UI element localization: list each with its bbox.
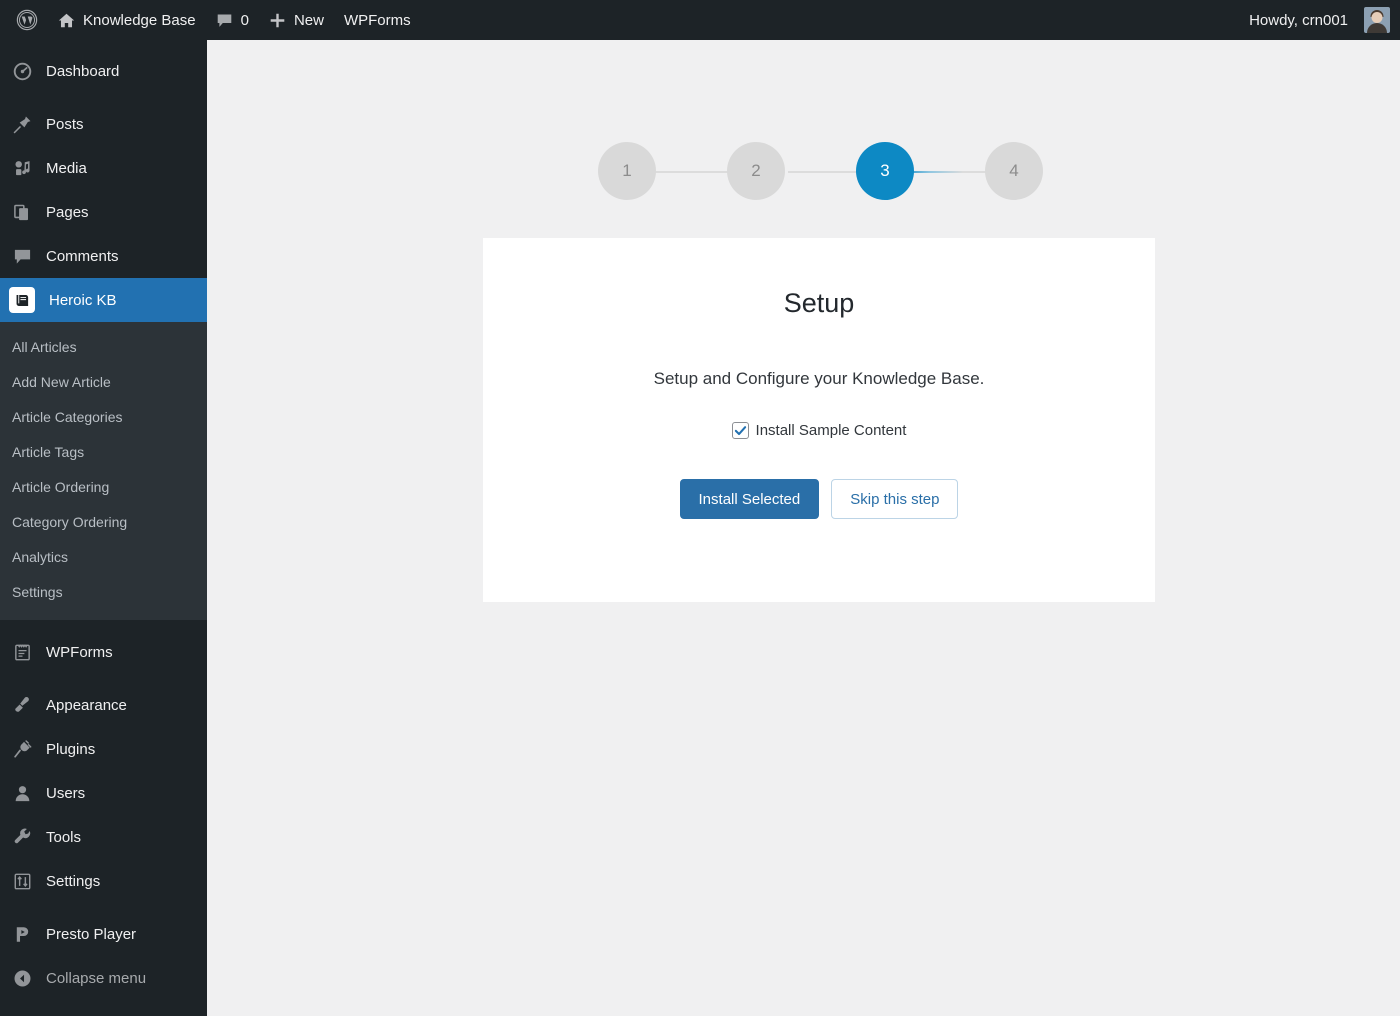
wizard-step-number: 1 [622, 161, 632, 180]
sidebar-item-label: Pages [46, 203, 89, 221]
wizard-step-1[interactable]: 1 [598, 142, 656, 200]
form-icon [12, 642, 32, 662]
sidebar-item-label: Plugins [46, 740, 96, 758]
sidebar-item-settings[interactable]: Settings [0, 859, 207, 903]
sidebar-item-label: Tools [46, 828, 82, 846]
menu-top-gap [0, 40, 207, 49]
sidebar-item-posts[interactable]: Posts [0, 102, 207, 146]
new-content-label: New [293, 11, 324, 29]
user-icon [12, 783, 32, 803]
plug-icon [12, 739, 32, 759]
avatar [1364, 7, 1390, 33]
wordpress-logo-button[interactable] [6, 0, 48, 40]
sidebar-item-label: Heroic KB [49, 291, 117, 309]
wizard-step-number: 2 [751, 161, 761, 180]
submenu-item-article-tags[interactable]: Article Tags [0, 435, 207, 470]
sidebar-item-label: Settings [46, 872, 101, 890]
wordpress-logo-icon [16, 9, 38, 31]
collapse-arrow-icon [12, 968, 32, 988]
book-icon [9, 287, 35, 313]
setup-card-actions: Install Selected Skip this step [483, 479, 1155, 519]
sidebar-item-comments[interactable]: Comments [0, 234, 207, 278]
wizard-step-2[interactable]: 2 [727, 142, 785, 200]
sidebar-item-wpforms[interactable]: WPForms [0, 630, 207, 674]
sidebar-item-pages[interactable]: Pages [0, 190, 207, 234]
sidebar-item-label: Users [46, 784, 86, 802]
home-icon [58, 12, 75, 29]
menu-gap-1 [0, 93, 207, 102]
setup-card: Setup Setup and Configure your Knowledge… [483, 238, 1155, 602]
my-account-button[interactable]: Howdy, crn001 [1239, 0, 1390, 40]
sidebar-item-dashboard[interactable]: Dashboard [0, 49, 207, 93]
main-content: 1 2 3 4 Setup Setup and Configure your K… [207, 40, 1400, 1016]
sidebar-item-label: Media [46, 159, 87, 177]
comments-button[interactable]: 0 [206, 0, 259, 40]
sidebar-item-label: WPForms [46, 643, 113, 661]
menu-separator-1 [0, 620, 207, 630]
comment-bubble-icon [216, 12, 233, 29]
admin-sidebar-menu: Dashboard Posts Media Pages Comments Her… [0, 40, 207, 1016]
collapse-menu-label: Collapse menu [46, 969, 147, 987]
install-sample-content-checkbox[interactable] [731, 422, 749, 439]
menu-gap-3 [0, 903, 207, 912]
setup-wizard-step-indicator: 1 2 3 4 [598, 142, 1043, 202]
submenu-item-add-new-article[interactable]: Add New Article [0, 365, 207, 400]
site-name-button[interactable]: Knowledge Base [48, 0, 206, 40]
admin-bar: Knowledge Base 0 New WPForms Howdy, crn0 [0, 0, 1400, 40]
install-sample-content-label[interactable]: Install Sample Content [756, 422, 907, 439]
wizard-step-number: 3 [880, 161, 890, 180]
heroic-kb-submenu: All Articles Add New Article Article Cat… [0, 322, 207, 620]
sidebar-item-label: Posts [46, 115, 84, 133]
submenu-item-article-ordering[interactable]: Article Ordering [0, 470, 207, 505]
paintbrush-icon [12, 695, 32, 715]
presto-player-icon [12, 924, 32, 944]
skip-this-step-button[interactable]: Skip this step [831, 479, 959, 519]
pin-icon [12, 114, 32, 134]
sidebar-item-plugins[interactable]: Plugins [0, 727, 207, 771]
setup-description: Setup and Configure your Knowledge Base. [653, 369, 985, 388]
page-title: Setup [783, 288, 855, 318]
sidebar-item-label: Dashboard [46, 62, 120, 80]
sliders-icon [12, 871, 32, 891]
sidebar-item-label: Comments [46, 247, 119, 265]
collapse-menu-button[interactable]: Collapse menu [0, 956, 207, 1000]
wizard-step-number: 4 [1009, 161, 1019, 180]
wrench-icon [12, 827, 32, 847]
wizard-step-4[interactable]: 4 [985, 142, 1043, 200]
submenu-item-analytics[interactable]: Analytics [0, 540, 207, 575]
wizard-step-3-active[interactable]: 3 [856, 142, 914, 200]
admin-bar-left: Knowledge Base 0 New WPForms [0, 0, 421, 40]
dashboard-icon [12, 61, 32, 81]
sidebar-item-label: Presto Player [46, 925, 137, 943]
sidebar-item-appearance[interactable]: Appearance [0, 683, 207, 727]
submenu-item-settings[interactable]: Settings [0, 575, 207, 610]
site-name-label: Knowledge Base [83, 11, 196, 29]
wpforms-admin-bar-label: WPForms [343, 11, 411, 29]
submenu-item-article-categories[interactable]: Article Categories [0, 400, 207, 435]
menu-gap-2 [0, 674, 207, 683]
pages-icon [12, 202, 32, 222]
sidebar-item-media[interactable]: Media [0, 146, 207, 190]
comments-count: 0 [240, 11, 249, 29]
submenu-item-category-ordering[interactable]: Category Ordering [0, 505, 207, 540]
new-content-button[interactable]: New [259, 0, 334, 40]
submenu-item-all-articles[interactable]: All Articles [0, 330, 207, 365]
media-icon [12, 158, 32, 178]
sidebar-item-heroic-kb[interactable]: Heroic KB [0, 278, 207, 322]
wpforms-admin-bar-button[interactable]: WPForms [334, 0, 421, 40]
plus-icon [269, 12, 286, 29]
sidebar-item-presto-player[interactable]: Presto Player [0, 912, 207, 956]
sidebar-item-tools[interactable]: Tools [0, 815, 207, 859]
checkmark-icon [734, 426, 746, 436]
sidebar-item-label: Appearance [46, 696, 127, 714]
install-sample-content-row[interactable]: Install Sample Content [483, 422, 1155, 439]
comment-bubble-icon [12, 246, 32, 266]
install-selected-button[interactable]: Install Selected [679, 479, 820, 519]
admin-bar-right: Howdy, crn001 [1239, 0, 1400, 40]
howdy-label: Howdy, crn001 [1249, 11, 1348, 29]
sidebar-item-users[interactable]: Users [0, 771, 207, 815]
